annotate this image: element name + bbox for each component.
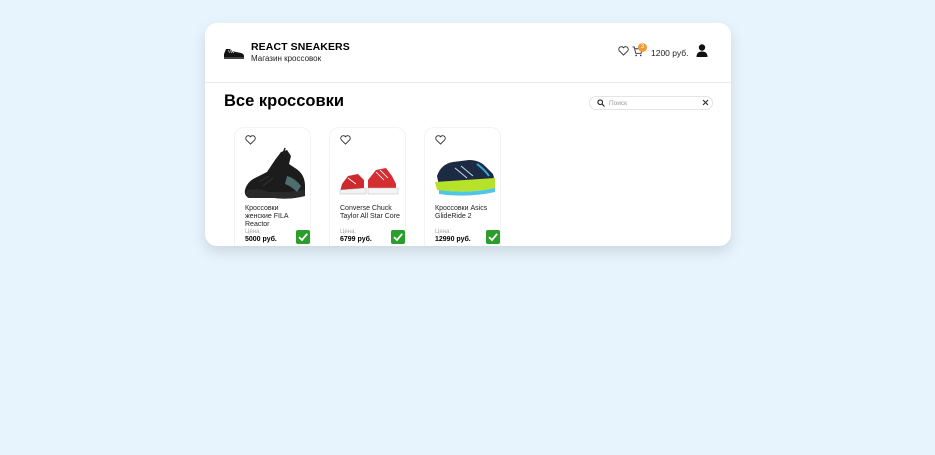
product-name: Кроссовки Asics GlideRide 2 xyxy=(435,205,488,220)
price-label: Цена: xyxy=(340,229,357,235)
app-card: REACT SNEAKERS Магазин кроссовок 3 1200 … xyxy=(205,23,731,246)
product-name: Converse Chuck Taylor All Star Core xyxy=(340,205,400,220)
product-image xyxy=(435,160,495,196)
price-label: Цена: xyxy=(245,229,262,235)
price-label: Цена: xyxy=(435,229,452,235)
clear-search-icon[interactable] xyxy=(702,99,709,106)
cart-total[interactable]: 1200 руб. xyxy=(651,48,688,58)
search-icon xyxy=(597,99,605,107)
cart-count-badge: 3 xyxy=(638,43,647,52)
favorite-heart-icon[interactable] xyxy=(435,135,446,145)
in-cart-check-icon[interactable] xyxy=(296,230,310,244)
product-image xyxy=(244,147,305,199)
product-card[interactable]: Кроссовки Asics GlideRide 2 Цена: 12990 … xyxy=(424,127,501,246)
product-price: 6799 руб. xyxy=(340,236,372,243)
in-cart-check-icon[interactable] xyxy=(486,230,500,244)
product-price: 5000 руб. xyxy=(245,236,277,243)
favorite-heart-icon[interactable] xyxy=(245,135,256,145)
favorite-heart-icon[interactable] xyxy=(340,135,351,145)
product-price: 12990 руб. xyxy=(435,236,471,243)
product-card[interactable]: Кроссовки женские FILA Reactor Цена: 500… xyxy=(234,127,311,246)
user-icon[interactable] xyxy=(696,44,708,57)
brand-subtitle: Магазин кроссовок xyxy=(251,54,322,63)
search-box xyxy=(589,96,713,110)
heart-icon[interactable] xyxy=(618,46,629,56)
product-name: Кроссовки женские FILA Reactor xyxy=(245,205,289,228)
header: REACT SNEAKERS Магазин кроссовок 3 1200 … xyxy=(205,23,731,83)
page-title: Все кроссовки xyxy=(224,92,345,110)
in-cart-check-icon[interactable] xyxy=(391,230,405,244)
product-image xyxy=(339,168,399,195)
sneaker-logo-icon[interactable] xyxy=(223,44,245,60)
search-input[interactable] xyxy=(609,97,697,109)
brand-title: REACT SNEAKERS xyxy=(251,41,350,53)
product-card[interactable]: Converse Chuck Taylor All Star Core Цена… xyxy=(329,127,406,246)
